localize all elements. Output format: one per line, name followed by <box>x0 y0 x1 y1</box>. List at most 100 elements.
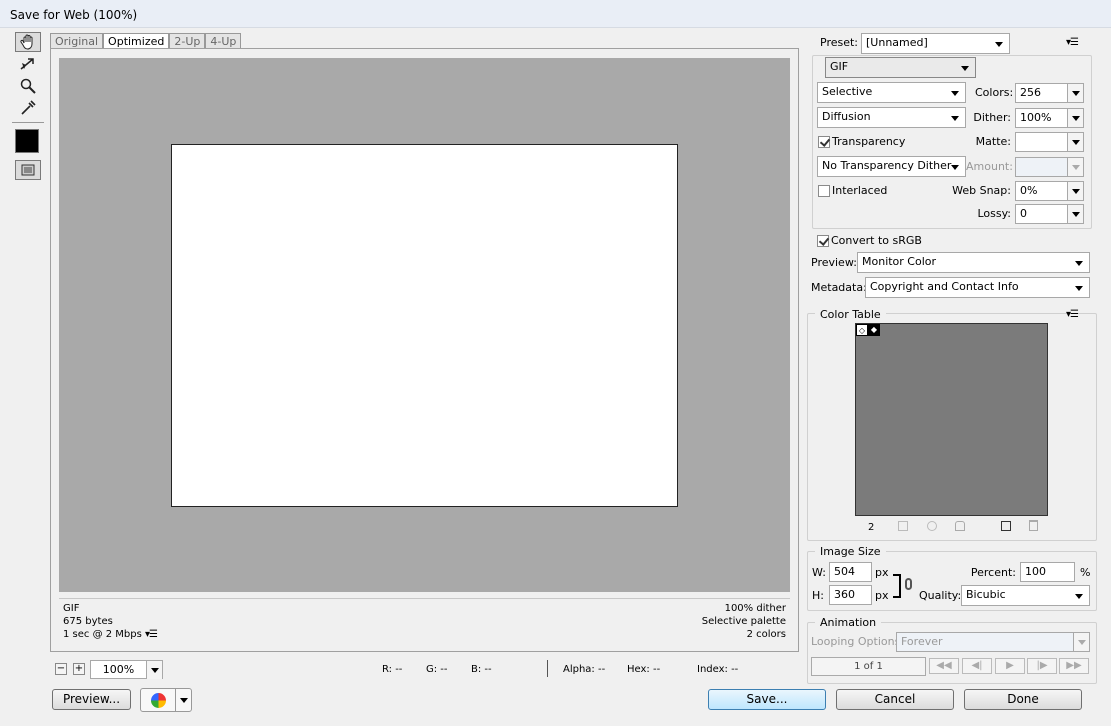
tab-original[interactable]: Original <box>50 33 104 49</box>
looping-options-select: Forever <box>896 632 1090 652</box>
width-input[interactable]: 504 <box>829 562 872 582</box>
window-title: Save for Web (100%) <box>10 8 138 22</box>
websnap-label: Web Snap: <box>952 184 1011 197</box>
optimization-info: GIF 675 bytes 1 sec @ 2 Mbps ▾☰ 100% dit… <box>59 598 790 644</box>
zoom-level-select[interactable]: 100% <box>90 660 163 679</box>
play-icon: ▶ <box>995 658 1025 674</box>
preview-select[interactable]: Monitor Color <box>857 252 1090 273</box>
quality-select[interactable]: Bicubic <box>961 585 1090 606</box>
width-label: W: <box>812 566 826 579</box>
chevron-down-icon <box>1067 109 1083 127</box>
optimized-image[interactable] <box>171 144 678 507</box>
transparency-checkbox[interactable] <box>818 136 830 148</box>
width-unit: px <box>875 566 889 579</box>
tab-2-up[interactable]: 2-Up <box>169 33 206 49</box>
color-table-title: Color Table <box>815 308 886 322</box>
looping-options-value: Forever <box>901 635 943 648</box>
toolbox-divider <box>12 122 44 123</box>
divider <box>175 689 176 711</box>
first-frame-icon: ◀◀ <box>929 658 959 674</box>
zoom-icon[interactable] <box>15 76 41 96</box>
preset-select[interactable]: [Unnamed] <box>861 33 1010 54</box>
chevron-down-icon <box>1067 84 1083 102</box>
zoom-level-value: 100% <box>102 663 135 676</box>
link-icon[interactable] <box>905 578 912 590</box>
matte-select[interactable] <box>1015 132 1084 152</box>
info-format: GIF <box>63 603 80 614</box>
browser-icon <box>151 693 166 708</box>
color-reduction-select[interactable]: Selective <box>817 82 966 103</box>
dither-value: 100% <box>1020 111 1052 124</box>
web-shift-icon <box>927 521 937 531</box>
info-download-time: 1 sec @ 2 Mbps <box>63 629 142 640</box>
tab-4-up[interactable]: 4-Up <box>205 33 242 49</box>
chevron-down-icon <box>1067 133 1083 151</box>
lossy-label: Lossy: <box>977 207 1011 220</box>
frame-counter: 1 of 1 <box>811 657 926 676</box>
websnap-value: 0% <box>1020 184 1038 197</box>
done-button[interactable]: Done <box>964 689 1082 710</box>
optimize-menu-icon[interactable]: ▾☰ <box>1066 37 1079 48</box>
height-input[interactable]: 360 <box>829 585 872 605</box>
transparency-dither-select[interactable]: No Transparency Dither <box>817 156 966 177</box>
readout-r: R: -- <box>382 664 403 675</box>
lossy-value: 0 <box>1020 207 1027 220</box>
dither-algorithm-select[interactable]: Diffusion <box>817 107 966 128</box>
trash-icon <box>1029 520 1038 531</box>
animation-title: Animation <box>815 616 882 630</box>
dither-select[interactable]: 100% <box>1015 108 1084 128</box>
interlaced-checkbox[interactable] <box>818 185 830 197</box>
chevron-down-icon <box>1067 158 1083 176</box>
colors-value: 256 <box>1020 86 1041 99</box>
eyedropper-color-swatch[interactable] <box>15 129 39 153</box>
info-dither: 100% dither <box>724 603 786 614</box>
metadata-select[interactable]: Copyright and Contact Info <box>865 277 1090 298</box>
browser-preview-button[interactable] <box>140 688 192 712</box>
zoom-out-button[interactable]: − <box>55 663 67 675</box>
percent-input[interactable]: 100 <box>1020 562 1075 582</box>
download-speed-menu-icon[interactable]: ▾☰ <box>145 629 158 640</box>
readout-hex: Hex: -- <box>627 664 661 675</box>
quality-label: Quality: <box>919 589 962 602</box>
colors-select[interactable]: 256 <box>1015 83 1084 103</box>
colors-label: Colors: <box>975 86 1014 99</box>
format-select[interactable]: GIF <box>825 57 976 78</box>
info-colors: 2 colors <box>746 629 786 640</box>
status-bar: − + 100% R: -- G: -- B: -- Alpha: -- Hex… <box>50 659 799 681</box>
last-frame-icon: ▶▶ <box>1059 658 1089 674</box>
amount-select <box>1015 157 1084 177</box>
percent-label: Percent: <box>970 566 1016 579</box>
color-table[interactable]: ◇ ◆ <box>855 323 1048 516</box>
map-transparent-icon <box>898 521 908 531</box>
tab-optimized[interactable]: Optimized <box>103 33 170 49</box>
toolbox <box>12 31 44 191</box>
preset-label: Preset: <box>820 36 859 49</box>
zoom-in-button[interactable]: + <box>73 663 85 675</box>
add-color-icon[interactable] <box>1001 521 1011 531</box>
save-button[interactable]: Save... <box>708 689 826 710</box>
hand-tool-icon[interactable] <box>15 32 41 52</box>
preview-label: Preview: <box>811 256 857 269</box>
color-count: 2 <box>868 522 875 533</box>
color-swatch-black[interactable]: ◆ <box>868 324 880 336</box>
cancel-button[interactable]: Cancel <box>836 689 954 710</box>
matte-label: Matte: <box>975 135 1011 148</box>
slice-select-icon[interactable] <box>15 54 41 74</box>
toggle-slices-icon[interactable] <box>15 160 41 180</box>
amount-label: Amount: <box>966 160 1013 173</box>
websnap-select[interactable]: 0% <box>1015 181 1084 201</box>
info-file-size: 675 bytes <box>63 616 113 627</box>
chevron-down-icon <box>1067 205 1083 223</box>
eyedropper-icon[interactable] <box>15 98 41 118</box>
readout-divider <box>547 660 548 677</box>
readout-b: B: -- <box>471 664 492 675</box>
title-bar: Save for Web (100%) <box>0 0 1111 28</box>
lock-icon <box>955 521 965 531</box>
preview-button[interactable]: Preview... <box>52 689 131 710</box>
convert-srgb-checkbox[interactable] <box>817 235 829 247</box>
color-swatch-white[interactable]: ◇ <box>856 324 868 336</box>
lossy-select[interactable]: 0 <box>1015 204 1084 224</box>
readout-g: G: -- <box>426 664 448 675</box>
color-table-menu-icon[interactable]: ▾☰ <box>1066 309 1079 320</box>
chevron-down-icon <box>146 661 162 679</box>
